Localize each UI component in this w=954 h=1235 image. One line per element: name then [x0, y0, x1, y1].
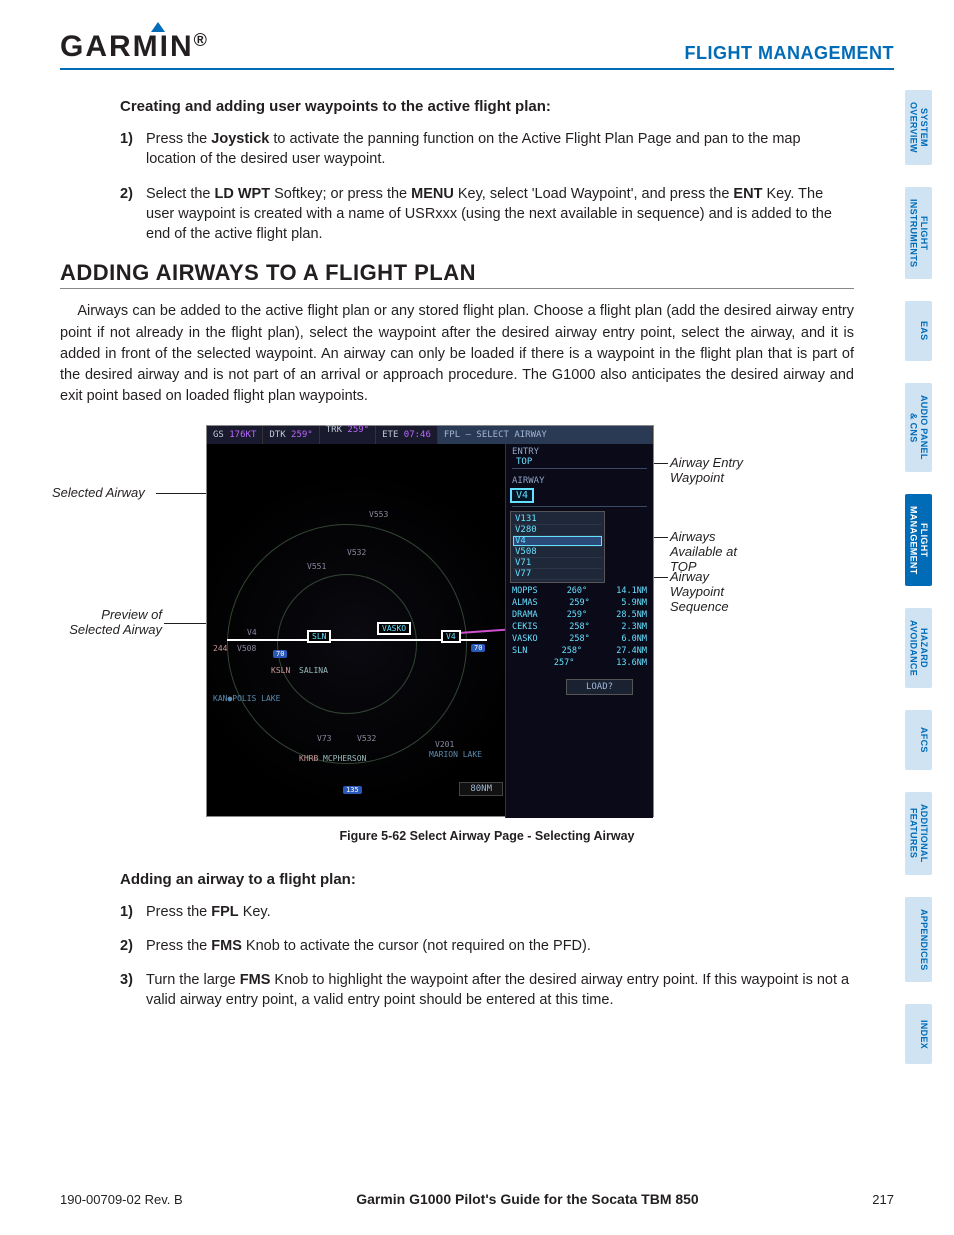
subheading-adding-airway: Adding an airway to a flight plan:	[120, 871, 854, 888]
airway-option[interactable]: V71	[513, 558, 602, 569]
garmin-logo: GARMIN®	[60, 30, 209, 64]
airway-dropdown[interactable]: V131V280V4V508V71V77	[510, 511, 605, 583]
garmin-delta-icon	[151, 22, 165, 32]
subheading-create-waypoints: Creating and adding user waypoints to th…	[120, 98, 854, 115]
section-title: FLIGHT MANAGEMENT	[685, 43, 894, 64]
side-tab[interactable]: HAZARD AVOIDANCE	[905, 608, 932, 688]
doc-number: 190-00709-02 Rev. B	[60, 1192, 183, 1207]
sequence-row: CEKIS258°2.3NM	[506, 621, 653, 633]
step-2: 2) Select the LD WPT Softkey; or press t…	[120, 184, 854, 245]
side-tab[interactable]: FLIGHT MANAGEMENT	[905, 494, 932, 587]
step2-3: 3) Turn the large FMS Knob to highlight …	[120, 970, 854, 1011]
side-tab[interactable]: AUDIO PANEL & CNS	[905, 383, 932, 472]
load-button[interactable]: LOAD?	[566, 679, 633, 695]
callout-airways-available: Airways Available at TOP	[670, 529, 750, 574]
page-footer: 190-00709-02 Rev. B Garmin G1000 Pilot's…	[60, 1191, 894, 1207]
airway-option[interactable]: V508	[513, 547, 602, 558]
selected-airway-field[interactable]: V4	[510, 488, 534, 503]
doc-title: Garmin G1000 Pilot's Guide for the Socat…	[356, 1191, 699, 1207]
airway-option[interactable]: V4	[513, 536, 602, 547]
side-tab[interactable]: FLIGHT INSTRUMENTS	[905, 187, 932, 279]
g1000-screen: GS 176KT DTK 259° TRK 259° ETE 07:46 FPL…	[206, 425, 654, 817]
callout-entry-wp: Airway Entry Waypoint	[670, 455, 750, 485]
airway-option[interactable]: V77	[513, 569, 602, 580]
heading-adding-airways: ADDING AIRWAYS TO A FLIGHT PLAN	[60, 260, 854, 289]
callout-wp-sequence: Airway Waypoint Sequence	[670, 569, 750, 614]
callout-preview: Preview of Selected Airway	[52, 607, 162, 637]
sequence-row: ALMAS259°5.9NM	[506, 597, 653, 609]
side-tab[interactable]: INDEX	[905, 1004, 932, 1064]
airway-option[interactable]: V280	[513, 525, 602, 536]
step2-2: 2) Press the FMS Knob to activate the cu…	[120, 936, 854, 956]
step-1: 1) Press the Joystick to activate the pa…	[120, 129, 854, 170]
page-number: 217	[872, 1192, 894, 1207]
map-scale: 80NM	[459, 782, 503, 796]
main-content: Creating and adding user waypoints to th…	[60, 98, 894, 1011]
screen-topbar: GS 176KT DTK 259° TRK 259° ETE 07:46 FPL…	[207, 426, 653, 444]
figure-caption: Figure 5-62 Select Airway Page - Selecti…	[120, 829, 854, 843]
side-tab[interactable]: EAS	[905, 301, 932, 361]
side-tab[interactable]: AFCS	[905, 710, 932, 770]
sequence-row: SLN258°27.4NM	[506, 645, 653, 657]
sequence-row: 257°13.6NM	[506, 657, 653, 669]
side-tab[interactable]: APPENDICES	[905, 897, 932, 983]
side-tab[interactable]: SYSTEM OVERVIEW	[905, 90, 932, 165]
sequence-row: DRAMA259°28.5NM	[506, 609, 653, 621]
side-tabs: SYSTEM OVERVIEW FLIGHT INSTRUMENTS EAS AUDI…	[905, 90, 932, 1064]
page-header: GARMIN® FLIGHT MANAGEMENT	[60, 30, 894, 70]
callout-selected-airway: Selected Airway	[52, 485, 145, 500]
select-airway-panel: ENTRY TOP AIRWAY V4 V131V280V4V508V71V77…	[505, 444, 653, 818]
side-tab[interactable]: ADDITIONAL FEATURES	[905, 792, 932, 875]
map-area: V553 V551 V532 V4 V508 244 V73 V532 V201…	[207, 444, 507, 800]
sequence-row: MOPPS260°14.1NM	[506, 585, 653, 597]
airway-option[interactable]: V131	[513, 514, 602, 525]
figure-5-62: Selected Airway Preview of Selected Airw…	[110, 425, 750, 817]
sequence-row: VASKO258°6.0NM	[506, 633, 653, 645]
intro-paragraph: Airways can be added to the active fligh…	[60, 301, 854, 406]
step2-1: 1) Press the FPL Key.	[120, 902, 854, 922]
